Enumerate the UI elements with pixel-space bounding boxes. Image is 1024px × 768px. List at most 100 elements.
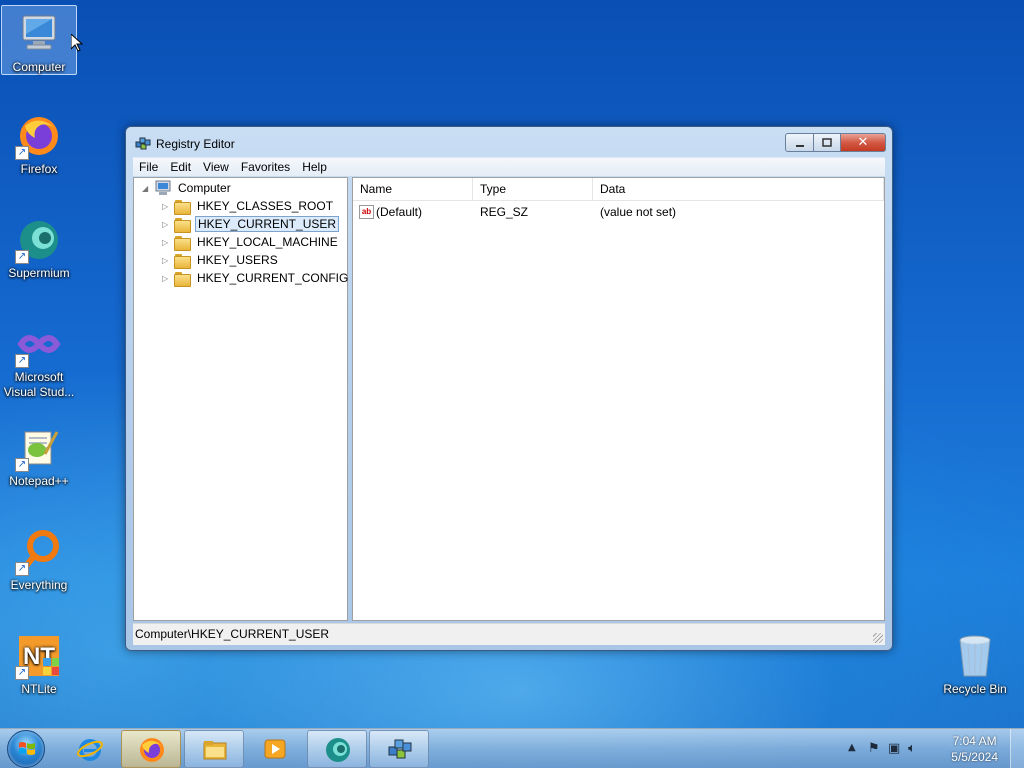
- visual-studio-icon: ↗: [15, 320, 63, 368]
- clock[interactable]: 7:04 AM 5/5/2024: [951, 733, 998, 765]
- computer-icon: [15, 10, 63, 58]
- close-button[interactable]: ✕: [841, 133, 886, 152]
- shortcut-arrow-icon: ↗: [15, 146, 29, 160]
- tree-item-hkey-current-config[interactable]: ▷ HKEY_CURRENT_CONFIG: [162, 269, 350, 287]
- expand-arrow-icon[interactable]: ▷: [162, 238, 172, 247]
- shortcut-arrow-icon: ↗: [15, 354, 29, 368]
- menu-bar: File Edit View Favorites Help: [133, 157, 885, 176]
- registry-values-pane[interactable]: Name Type Data ab (Default) REG_SZ (valu…: [352, 177, 885, 621]
- desktop-icon-notepad-plus-plus[interactable]: ↗ Notepad++: [1, 420, 77, 489]
- taskbar-supermium[interactable]: [307, 730, 367, 768]
- folder-icon: [174, 253, 191, 269]
- network-icon[interactable]: ▣: [888, 741, 900, 756]
- expand-arrow-icon[interactable]: ▷: [162, 256, 172, 265]
- recycle-bin-icon: [951, 632, 999, 680]
- desktop-icon-label: Recycle Bin: [943, 682, 1007, 696]
- menu-view[interactable]: View: [197, 158, 235, 176]
- collapse-arrow-icon[interactable]: ◢: [142, 184, 152, 193]
- notepad-plus-plus-icon: ↗: [15, 424, 63, 472]
- show-desktop-button[interactable]: [1010, 729, 1024, 768]
- volume-icon[interactable]: 🔈︎: [908, 741, 916, 756]
- registry-editor-icon: [388, 739, 412, 759]
- desktop-icon-label: Notepad++: [9, 474, 69, 488]
- system-tray: ▲ ⚑ ▣ 🔈︎ 7:04 AM 5/5/2024: [834, 729, 1024, 768]
- tree-item-hkey-local-machine[interactable]: ▷ HKEY_LOCAL_MACHINE: [162, 233, 340, 251]
- maximize-icon: [822, 137, 832, 147]
- status-bar: Computer\HKEY_CURRENT_USER: [133, 623, 885, 645]
- expand-arrow-icon[interactable]: ▷: [162, 220, 172, 229]
- caption-buttons: ✕: [785, 133, 886, 152]
- column-header-name[interactable]: Name: [353, 178, 473, 201]
- computer-icon: [155, 180, 171, 195]
- desktop-icon-label: NTLite: [21, 682, 57, 696]
- firefox-icon: [140, 738, 164, 762]
- tree-item-hkey-current-user[interactable]: ▷ HKEY_CURRENT_USER: [162, 215, 340, 233]
- value-name: (Default): [376, 205, 423, 219]
- menu-file[interactable]: File: [133, 158, 164, 176]
- title-bar[interactable]: Registry Editor ✕: [126, 127, 892, 157]
- tree-label: HKEY_CLASSES_ROOT: [197, 199, 334, 213]
- folder-icon: [174, 271, 191, 287]
- folder-icon: [174, 217, 191, 233]
- everything-search-icon: ↗: [15, 528, 63, 576]
- tree-item-computer[interactable]: ◢ Computer: [142, 179, 233, 197]
- menu-edit[interactable]: Edit: [164, 158, 197, 176]
- maximize-button[interactable]: [814, 133, 841, 152]
- folder-icon: [174, 235, 191, 251]
- shortcut-arrow-icon: ↗: [15, 562, 29, 576]
- clock-time: 7:04 AM: [952, 734, 997, 748]
- column-header-type[interactable]: Type: [473, 178, 593, 201]
- desktop-icon-label: Computer: [12, 60, 66, 74]
- desktop-icon-supermium[interactable]: ↗ Supermium: [1, 212, 77, 281]
- status-path: Computer\HKEY_CURRENT_USER: [135, 627, 330, 641]
- taskbar: ▲ ⚑ ▣ 🔈︎ 7:04 AM 5/5/2024: [0, 728, 1024, 768]
- taskbar-media-player[interactable]: [245, 730, 305, 768]
- value-row[interactable]: ab (Default) REG_SZ (value not set): [353, 203, 884, 221]
- internet-explorer-icon: [77, 739, 103, 761]
- desktop-icon-label: Microsoft Visual Stud...: [3, 370, 75, 399]
- expand-arrow-icon[interactable]: ▷: [162, 274, 172, 283]
- start-button[interactable]: [7, 730, 45, 768]
- tree-item-hkey-classes-root[interactable]: ▷ HKEY_CLASSES_ROOT: [162, 197, 335, 215]
- tree-label: HKEY_CURRENT_USER: [195, 216, 340, 232]
- registry-editor-window[interactable]: Registry Editor ✕ File Edit View Favorit…: [125, 126, 893, 651]
- show-hidden-icons-chevron-icon[interactable]: ▲: [848, 742, 856, 753]
- windows-logo-icon: [19, 742, 35, 755]
- tree-label: HKEY_LOCAL_MACHINE: [197, 235, 338, 249]
- minimize-icon: [795, 144, 804, 147]
- desktop-icon-recycle-bin[interactable]: Recycle Bin: [937, 628, 1013, 697]
- taskbar-firefox[interactable]: [121, 730, 181, 768]
- desktop: Computer ↗ Firefox ↗ Supermium ↗ Microso…: [0, 0, 1024, 728]
- tree-label: Computer: [178, 181, 231, 195]
- desktop-icon-firefox[interactable]: ↗ Firefox: [1, 108, 77, 177]
- media-player-icon: [264, 739, 286, 759]
- menu-help[interactable]: Help: [296, 158, 333, 176]
- menu-favorites[interactable]: Favorites: [235, 158, 296, 176]
- expand-arrow-icon[interactable]: ▷: [162, 202, 172, 211]
- desktop-icon-everything[interactable]: ↗ Everything: [1, 524, 77, 593]
- shortcut-arrow-icon: ↗: [15, 250, 29, 264]
- desktop-icon-ntlite[interactable]: NT ↗ NTLite: [1, 628, 77, 697]
- taskbar-file-explorer[interactable]: [184, 730, 244, 768]
- column-header-data[interactable]: Data: [593, 178, 884, 201]
- window-title: Registry Editor: [156, 137, 235, 151]
- registry-tree-pane[interactable]: ◢ Computer ▷ HKEY_CLASSES_ROOT ▷ HKEY_CU…: [133, 177, 348, 621]
- registry-editor-icon: [135, 137, 151, 150]
- desktop-icon-visual-studio[interactable]: ↗ Microsoft Visual Stud...: [1, 316, 77, 400]
- minimize-button[interactable]: [785, 133, 814, 152]
- tree-label: HKEY_CURRENT_CONFIG: [197, 271, 349, 285]
- tree-item-hkey-users[interactable]: ▷ HKEY_USERS: [162, 251, 280, 269]
- value-type: REG_SZ: [480, 205, 529, 219]
- mouse-cursor-icon: [71, 34, 83, 52]
- action-center-flag-icon[interactable]: ⚑: [868, 741, 880, 756]
- shortcut-arrow-icon: ↗: [15, 666, 29, 680]
- taskbar-registry-editor[interactable]: [369, 730, 429, 768]
- desktop-icon-computer[interactable]: Computer: [1, 5, 77, 75]
- string-value-icon: ab: [359, 205, 374, 219]
- supermium-icon: ↗: [15, 216, 63, 264]
- taskbar-internet-explorer[interactable]: [60, 730, 120, 768]
- desktop-icon-label: Supermium: [8, 266, 70, 280]
- resize-grip-icon[interactable]: [873, 633, 883, 643]
- value-data: (value not set): [600, 205, 677, 219]
- supermium-icon: [326, 738, 350, 762]
